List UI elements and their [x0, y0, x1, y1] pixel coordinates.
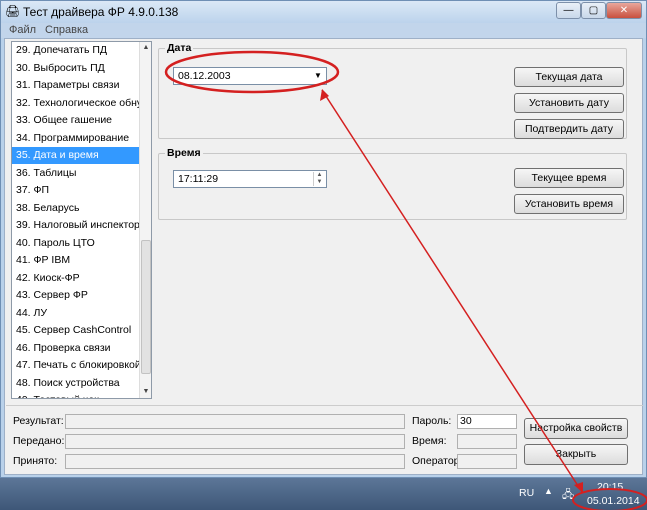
list-item[interactable]: 29. Допечатать ПД — [12, 42, 140, 59]
close-window-button[interactable]: ✕ — [606, 2, 642, 19]
list-item[interactable]: 45. Сервер CashControl — [12, 322, 140, 339]
list-item[interactable]: 36. Таблицы — [12, 165, 140, 182]
app-window: 🖨 Тест драйвера ФР 4.9.0.138 — ▢ ✕ Файл … — [0, 0, 647, 478]
time-value: 17:11:29 — [178, 173, 219, 185]
operator-field — [457, 454, 517, 469]
time-group-title: Время — [165, 147, 203, 159]
network-icon[interactable]: 🖧 — [562, 486, 574, 505]
spin-down-icon[interactable]: ▼ — [314, 179, 325, 186]
list-item[interactable]: 32. Технологическое обнулен — [12, 95, 140, 112]
settings-button[interactable]: Настройка свойств — [524, 418, 628, 439]
list-item[interactable]: 41. ФР IBM — [12, 252, 140, 269]
list-item[interactable]: 40. Пароль ЦТО — [12, 235, 140, 252]
received-label: Принято: — [13, 455, 58, 467]
spin-up-icon[interactable]: ▲ — [314, 172, 325, 179]
time-label: Время: — [412, 435, 447, 447]
date-picker[interactable]: 08.12.2003 ▼ — [173, 67, 327, 85]
close-button[interactable]: Закрыть — [524, 444, 628, 465]
date-group: Дата 08.12.2003 ▼ Текущая дата Установит… — [158, 42, 627, 139]
function-list[interactable]: 29. Допечатать ПД 30. Выбросить ПД 31. Пар… — [11, 41, 152, 399]
title-bar[interactable]: 🖨 Тест драйвера ФР 4.9.0.138 — ▢ ✕ — [1, 1, 646, 23]
list-item[interactable]: 38. Беларусь — [12, 200, 140, 217]
result-label: Результат: — [13, 415, 64, 427]
time-group: Время 17:11:29 ▲ ▼ Текущее время Установи… — [158, 147, 627, 220]
scroll-down-icon[interactable]: ▼ — [140, 386, 151, 398]
password-field[interactable]: 30 — [457, 414, 517, 429]
operator-label: Оператор: — [412, 455, 463, 467]
list-item[interactable]: 49. Тестовый чек — [12, 392, 140, 398]
tray-expand-icon[interactable]: ▲ — [544, 486, 553, 496]
sent-label: Передано: — [13, 435, 65, 447]
time-field — [457, 434, 517, 449]
menu-file[interactable]: Файл — [9, 24, 36, 36]
status-panel: Результат: Передано: Принято: Пароль: 30… — [6, 405, 643, 475]
list-item[interactable]: 39. Налоговый инспектор — [12, 217, 140, 234]
current-date-button[interactable]: Текущая дата — [514, 67, 624, 87]
clock-date[interactable]: 05.01.2014 — [587, 495, 640, 507]
time-spinner[interactable]: ▲ ▼ — [313, 172, 325, 186]
taskbar: RU ▲ 🖧 20:15 05.01.2014 — [0, 478, 647, 510]
list-item[interactable]: 46. Проверка связи — [12, 340, 140, 357]
clock-time[interactable]: 20:15 — [597, 481, 623, 493]
list-item[interactable]: 48. Поиск устройства — [12, 375, 140, 392]
list-scrollbar[interactable]: ▲ ▼ — [139, 42, 151, 398]
maximize-button[interactable]: ▢ — [581, 2, 606, 19]
set-date-button[interactable]: Установить дату — [514, 93, 624, 113]
app-icon: 🖨 — [5, 4, 21, 18]
menu-bar: Файл Справка — [1, 23, 646, 38]
password-value: 30 — [460, 415, 472, 427]
list-item[interactable]: 47. Печать с блокировкой — [12, 357, 140, 374]
list-item[interactable]: 31. Параметры связи — [12, 77, 140, 94]
result-field — [65, 414, 405, 429]
language-indicator[interactable]: RU — [519, 487, 534, 499]
list-item[interactable]: 33. Общее гашение — [12, 112, 140, 129]
scroll-thumb[interactable] — [141, 240, 151, 374]
scroll-up-icon[interactable]: ▲ — [140, 42, 151, 54]
minimize-button[interactable]: — — [556, 2, 581, 19]
current-time-button[interactable]: Текущее время — [514, 168, 624, 188]
date-value: 08.12.2003 — [178, 70, 231, 82]
received-field — [65, 454, 405, 469]
list-item[interactable]: 42. Киоск-ФР — [12, 270, 140, 287]
password-label: Пароль: — [412, 415, 452, 427]
set-time-button[interactable]: Установить время — [514, 194, 624, 214]
menu-help[interactable]: Справка — [45, 24, 88, 36]
time-input[interactable]: 17:11:29 ▲ ▼ — [173, 170, 327, 188]
list-item[interactable]: 35. Дата и время — [12, 147, 140, 164]
list-item[interactable]: 43. Сервер ФР — [12, 287, 140, 304]
list-item[interactable]: 30. Выбросить ПД — [12, 60, 140, 77]
sent-field — [65, 434, 405, 449]
confirm-date-button[interactable]: Подтвердить дату — [514, 119, 624, 139]
list-item[interactable]: 44. ЛУ — [12, 305, 140, 322]
list-item[interactable]: 34. Программирование — [12, 130, 140, 147]
list-item[interactable]: 37. ФП — [12, 182, 140, 199]
window-title: Тест драйвера ФР 4.9.0.138 — [23, 5, 179, 19]
chevron-down-icon[interactable]: ▼ — [311, 69, 325, 83]
date-group-title: Дата — [165, 42, 194, 54]
client-area: 29. Допечатать ПД 30. Выбросить ПД 31. Пар… — [4, 38, 643, 475]
